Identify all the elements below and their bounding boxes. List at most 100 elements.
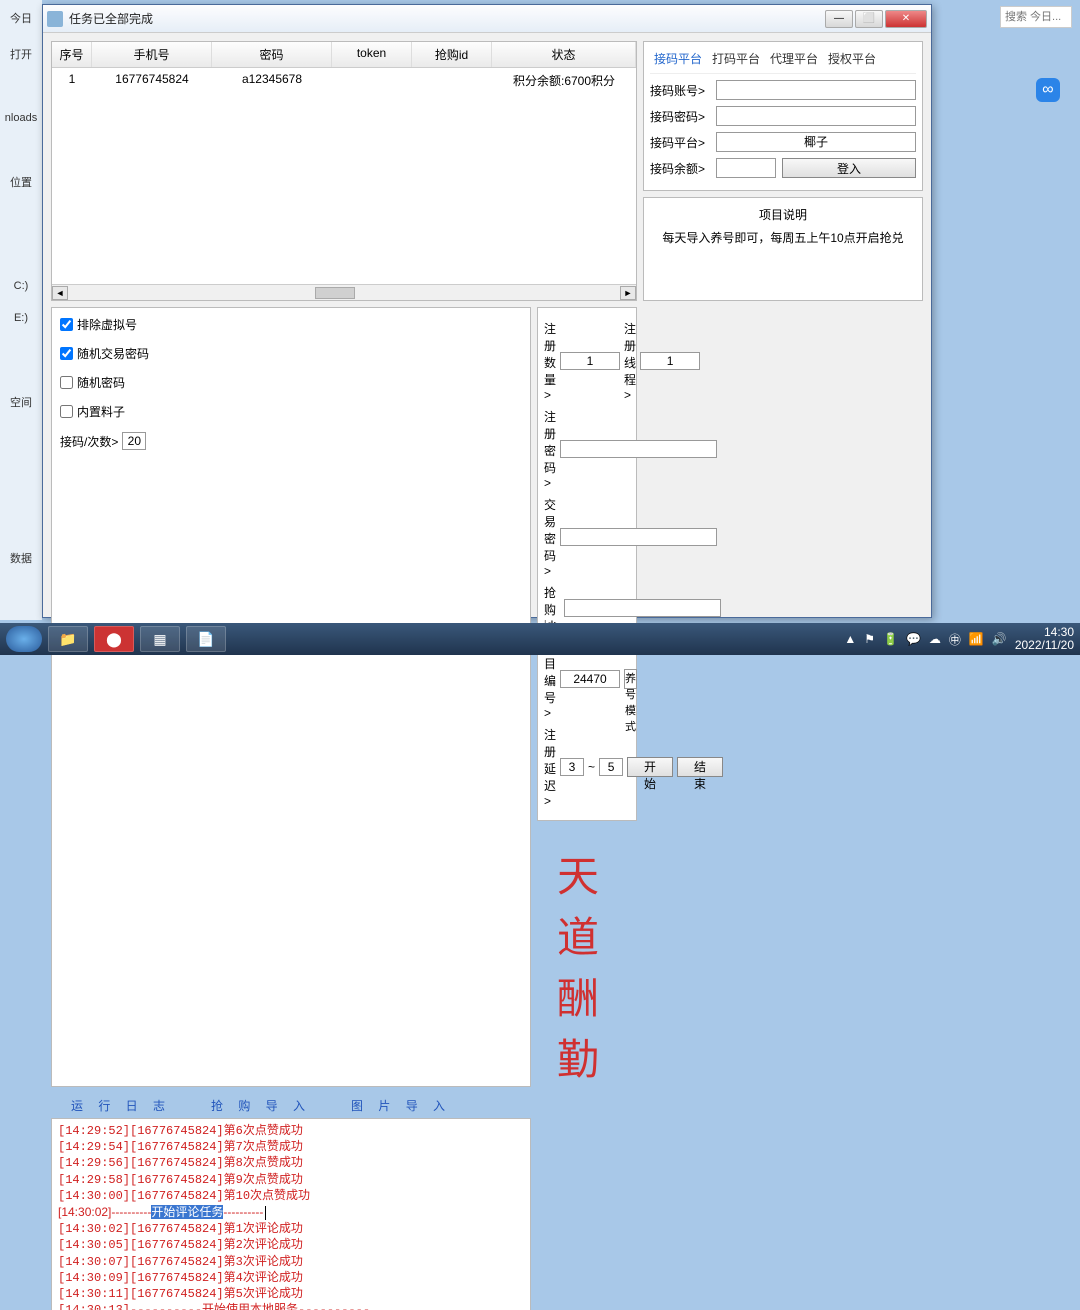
system-tray[interactable]: ▲ ⚑ 🔋 💬 ☁ ㊥ 📶 🔊 14:30 2022/11/20: [844, 626, 1074, 652]
tray-icon[interactable]: ☁: [929, 632, 941, 646]
platform-tabs: 接码平台 打码平台 代理平台 授权平台: [650, 48, 916, 74]
th-status[interactable]: 状态: [492, 42, 636, 67]
taskbar[interactable]: 📁 ⬤ ▦ 📄 ▲ ⚑ 🔋 💬 ☁ ㊥ 📶 🔊 14:30 2022/11/20: [0, 623, 1080, 655]
opt-inner-seed[interactable]: 内置料子: [60, 403, 522, 420]
maximize-button[interactable]: ⬜: [855, 10, 883, 28]
window-title: 任务已全部完成: [69, 10, 825, 27]
minimize-button[interactable]: —: [825, 10, 853, 28]
scroll-thumb[interactable]: [315, 287, 355, 299]
checkbox-exclude-virtual[interactable]: [60, 318, 73, 331]
accounts-table: 序号 手机号 密码 token 抢购id 状态 1 16776745824 a1…: [51, 41, 637, 301]
log-line: [14:29:58][16776745824]第9次点赞成功: [58, 1172, 524, 1188]
tab-receive[interactable]: 接码平台: [654, 50, 702, 67]
tray-icon[interactable]: ⚑: [864, 632, 875, 646]
checkbox-random-trade-pwd[interactable]: [60, 347, 73, 360]
account-input[interactable]: [716, 80, 916, 100]
taskbar-explorer-icon[interactable]: 📁: [48, 626, 88, 652]
reg-delay2-input[interactable]: [599, 758, 623, 776]
tray-icon[interactable]: ㊥: [949, 631, 961, 648]
reg-proj-input[interactable]: [560, 670, 620, 688]
start-button[interactable]: 开始: [627, 757, 673, 777]
reg-delay1-input[interactable]: [560, 758, 584, 776]
th-qgid[interactable]: 抢购id: [412, 42, 492, 67]
platform-select[interactable]: 椰子: [716, 132, 916, 152]
tray-volume-icon[interactable]: 🔊: [992, 632, 1007, 646]
bg-item: C:): [0, 270, 42, 302]
app-window: 任务已全部完成 — ⬜ ✕ 序号 手机号 密码 token 抢购id 状态 1 …: [42, 4, 932, 618]
td-status: 积分余额:6700积分: [492, 68, 636, 93]
checkbox-random-pwd[interactable]: [60, 376, 73, 389]
reg-qgid-input[interactable]: [564, 599, 721, 617]
balance-input[interactable]: [716, 158, 776, 178]
bg-item: E:): [0, 302, 42, 334]
td-seq: 1: [52, 68, 92, 93]
td-pwd: a12345678: [212, 68, 332, 93]
reg-mode-select[interactable]: 养号模式: [624, 669, 637, 689]
log-line: [14:30:13]----------开始使用本地服务----------: [58, 1302, 524, 1310]
reg-count-input[interactable]: [560, 352, 620, 370]
log-line: [14:29:56][16776745824]第8次点赞成功: [58, 1155, 524, 1171]
tray-clock[interactable]: 14:30 2022/11/20: [1015, 626, 1074, 652]
bg-item: 今日: [0, 0, 42, 36]
tray-icon[interactable]: ▲: [844, 632, 856, 646]
log-panel[interactable]: [14:29:52][16776745824]第6次点赞成功[14:29:54]…: [51, 1118, 531, 1310]
opt-exclude-virtual[interactable]: 排除虚拟号: [60, 316, 522, 333]
options-panel: 排除虚拟号 随机交易密码 随机密码 内置料子 接码/次数>: [51, 307, 531, 1087]
bg-item: 打开: [0, 36, 42, 72]
td-qgid: [412, 68, 492, 93]
th-phone[interactable]: 手机号: [92, 42, 212, 67]
tab-auth[interactable]: 授权平台: [828, 50, 876, 67]
checkbox-inner-seed[interactable]: [60, 405, 73, 418]
desktop-search-input[interactable]: [1000, 6, 1072, 28]
desc-text: 每天导入养号即可，每周五上午10点开启抢兑: [652, 229, 914, 246]
taskbar-app-icon[interactable]: ▦: [140, 626, 180, 652]
reg-trade-input[interactable]: [560, 528, 717, 546]
tab-captcha[interactable]: 打码平台: [712, 50, 760, 67]
end-button[interactable]: 结束: [677, 757, 723, 777]
tab-proxy[interactable]: 代理平台: [770, 50, 818, 67]
table-row[interactable]: 1 16776745824 a12345678 积分余额:6700积分: [52, 68, 636, 93]
desc-title: 项目说明: [652, 206, 914, 223]
bg-item: 数据: [0, 540, 42, 576]
opt-random-pwd[interactable]: 随机密码: [60, 374, 522, 391]
bg-item: 位置: [0, 164, 42, 200]
table-h-scrollbar[interactable]: ◄ ►: [52, 284, 636, 300]
taskbar-notepad-icon[interactable]: 📄: [186, 626, 226, 652]
start-menu-button[interactable]: [6, 626, 42, 652]
reg-threads-input[interactable]: [640, 352, 700, 370]
opt-random-trade-pwd[interactable]: 随机交易密码: [60, 345, 522, 362]
receive-times-row: 接码/次数>: [60, 432, 522, 450]
app-icon: [47, 11, 63, 27]
tab-img-import[interactable]: 图 片 导 入: [351, 1097, 451, 1114]
platform-panel: 接码平台 打码平台 代理平台 授权平台 接码账号> 接码密码> 接码平台>椰子 …: [643, 41, 923, 191]
receive-times-label: 接码/次数>: [60, 433, 118, 450]
log-section: 运 行 日 志 抢 购 导 入 图 片 导 入 [14:29:52][16776…: [51, 1093, 531, 1310]
reg-threads-label: 注册线程>: [624, 320, 636, 402]
close-button[interactable]: ✕: [885, 10, 927, 28]
tab-qg-import[interactable]: 抢 购 导 入: [211, 1097, 311, 1114]
titlebar[interactable]: 任务已全部完成 — ⬜ ✕: [43, 5, 931, 33]
baidu-icon[interactable]: ∞: [1036, 78, 1060, 102]
th-pwd[interactable]: 密码: [212, 42, 332, 67]
balance-label: 接码余额>: [650, 160, 710, 177]
tray-icon[interactable]: 🔋: [883, 632, 898, 646]
scroll-right-icon[interactable]: ►: [620, 286, 636, 300]
taskbar-record-icon[interactable]: ⬤: [94, 626, 134, 652]
account-label: 接码账号>: [650, 82, 710, 99]
receive-times-input[interactable]: [122, 432, 146, 450]
tab-runlog[interactable]: 运 行 日 志: [71, 1097, 171, 1114]
log-line: [14:30:11][16776745824]第5次评论成功: [58, 1286, 524, 1302]
reg-pwd-input[interactable]: [560, 440, 717, 458]
password-input[interactable]: [716, 106, 916, 126]
th-seq[interactable]: 序号: [52, 42, 92, 67]
log-line: [14:30:09][16776745824]第4次评论成功: [58, 1270, 524, 1286]
tray-icon[interactable]: 📶: [969, 632, 984, 646]
login-button[interactable]: 登入: [782, 158, 916, 178]
desktop-left-sidebar: 今日 打开 nloads 位置 C:) E:) 空间 数据: [0, 0, 42, 620]
th-token[interactable]: token: [332, 42, 412, 67]
log-line: [14:29:54][16776745824]第7次点赞成功: [58, 1139, 524, 1155]
tray-icon[interactable]: 💬: [906, 632, 921, 646]
log-line: [14:30:07][16776745824]第3次评论成功: [58, 1254, 524, 1270]
scroll-left-icon[interactable]: ◄: [52, 286, 68, 300]
bg-item: nloads: [0, 102, 42, 134]
